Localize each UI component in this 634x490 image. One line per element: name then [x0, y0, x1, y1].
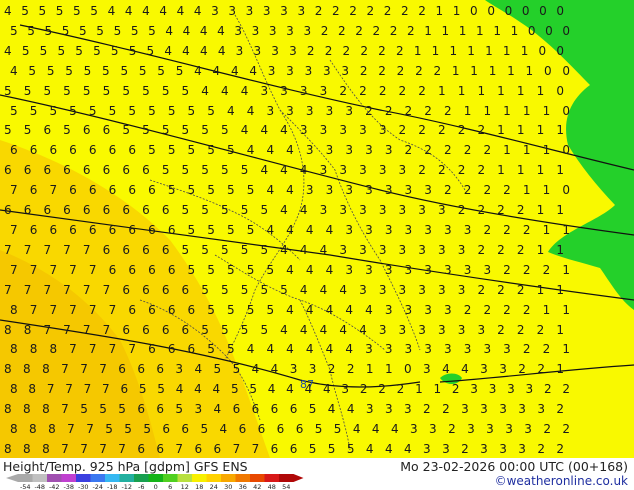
- temperature-value-row: 6 6 6 6 6 6 6 6 5 5 5 5 5 4 4 4 3 3 3 3 …: [4, 163, 564, 177]
- scale-swatch: [134, 474, 149, 482]
- temperature-value-row: 7 7 7 7 7 7 6 6 6 6 5 5 5 5 5 4 4 4 3 3 …: [4, 283, 564, 297]
- scale-swatch: [163, 474, 178, 482]
- temperature-value-row: 7 7 7 7 7 6 6 6 6 5 5 5 5 5 4 4 4 3 3 3 …: [10, 263, 570, 277]
- scale-tick-label: 6: [168, 483, 172, 490]
- scale-tick-label: 0: [154, 483, 158, 490]
- scale-swatch: [105, 474, 120, 482]
- credit-link[interactable]: ©weatheronline.co.uk: [495, 474, 628, 488]
- scale-swatch: [177, 474, 192, 482]
- scale-tick-label: 42: [253, 483, 261, 490]
- scale-swatch: [250, 474, 265, 482]
- temperature-value-row: 5 5 5 5 5 5 5 5 5 5 5 4 4 3 3 3 3 3 2 2 …: [10, 104, 570, 118]
- temperature-value-row: 8 8 8 7 7 7 7 6 6 6 5 5 4 4 4 4 4 4 3 3 …: [10, 342, 570, 356]
- scale-swatch: [18, 474, 33, 482]
- scale-swatch: [119, 474, 134, 482]
- scale-swatch: [61, 474, 76, 482]
- temperature-map: 87 4 5 5 5 5 5 4 4 4 4 4 4 3 3 3 3 3 3 2…: [0, 0, 634, 458]
- scale-tick-label: 24: [210, 483, 218, 490]
- temperature-value-row: 8 7 7 7 7 7 6 6 6 6 5 5 5 5 4 4 4 4 4 3 …: [10, 303, 570, 317]
- scale-swatch: [47, 474, 62, 482]
- temperature-value-row: 8 8 7 7 7 7 6 6 6 6 5 5 5 5 4 4 4 4 4 3 …: [4, 323, 564, 337]
- scale-tick-label: 12: [181, 483, 189, 490]
- scale-tick-label: 18: [195, 483, 203, 490]
- map-title: Height/Temp. 925 hPa [gdpm] GFS ENS: [3, 459, 248, 474]
- scale-tick-label: -24: [92, 483, 103, 490]
- temperature-value-row: 6 6 6 6 6 6 6 6 6 5 5 5 5 5 4 4 3 3 3 3 …: [4, 203, 564, 217]
- temperature-value-row: 6 6 6 6 6 6 6 5 5 5 5 5 4 4 4 3 3 3 3 3 …: [10, 143, 570, 157]
- valid-datetime: Mo 23-02-2026 00:00 UTC (00+168): [400, 459, 628, 474]
- scale-swatch: [206, 474, 221, 482]
- scale-tick-label: -6: [138, 483, 144, 490]
- scale-arrow-left: [6, 474, 18, 482]
- scale-tick-label: 36: [239, 483, 247, 490]
- scale-swatch: [221, 474, 236, 482]
- temperature-value-row: 4 5 5 5 5 5 5 5 5 4 4 4 4 3 3 3 3 2 2 2 …: [4, 44, 564, 58]
- scale-tick-label: -54: [20, 483, 31, 490]
- scale-tick-label: -48: [34, 483, 45, 490]
- scale-tick-label: -42: [49, 483, 60, 490]
- scale-swatch: [279, 474, 294, 482]
- color-scale-legend: -54 -48 -42 -38 -30 -24 -18 -12 -6 0 6 12 18 24 30 36 42…: [6, 474, 304, 490]
- scale-tick-label: -12: [121, 483, 132, 490]
- temperature-value-grid: 4 5 5 5 5 5 4 4 4 4 4 4 3 3 3 3 3 3 2 2 …: [4, 4, 570, 456]
- temperature-value-row: 7 6 6 6 6 6 6 6 6 5 5 5 5 4 4 4 4 3 3 3 …: [10, 223, 570, 237]
- scale-tick-label: -38: [63, 483, 74, 490]
- temperature-value-row: 7 6 7 6 6 6 6 6 5 5 5 5 5 4 4 3 3 3 3 3 …: [10, 183, 570, 197]
- scale-swatch: [90, 474, 105, 482]
- scale-swatch: [76, 474, 91, 482]
- bottom-caption-bar: Height/Temp. 925 hPa [gdpm] GFS ENS Mo 2…: [0, 458, 634, 490]
- temperature-value-row: 5 5 5 5 5 5 5 5 5 5 4 4 4 3 3 3 3 2 2 2 …: [4, 84, 564, 98]
- scale-swatch: [148, 474, 163, 482]
- weather-map-page: 87 4 5 5 5 5 5 4 4 4 4 4 4 3 3 3 3 3 3 2…: [0, 0, 634, 490]
- scale-swatch: [192, 474, 207, 482]
- scale-swatch: [235, 474, 250, 482]
- scale-tick-label: -18: [107, 483, 118, 490]
- scale-arrow-right: [293, 474, 304, 482]
- temperature-value-row: 7 7 7 7 7 6 6 6 6 5 5 5 5 5 4 4 4 3 3 3 …: [4, 243, 564, 257]
- scale-tick-label: 48: [268, 483, 276, 490]
- temperature-value-row: 5 5 6 5 6 6 5 5 5 5 5 5 4 4 4 3 3 3 3 3 …: [4, 123, 564, 137]
- scale-tick-label: 30: [224, 483, 232, 490]
- scale-tick-label: 54: [282, 483, 290, 490]
- scale-swatch: [32, 474, 47, 482]
- scale-tick-label: -30: [78, 483, 89, 490]
- scale-swatch: [264, 474, 279, 482]
